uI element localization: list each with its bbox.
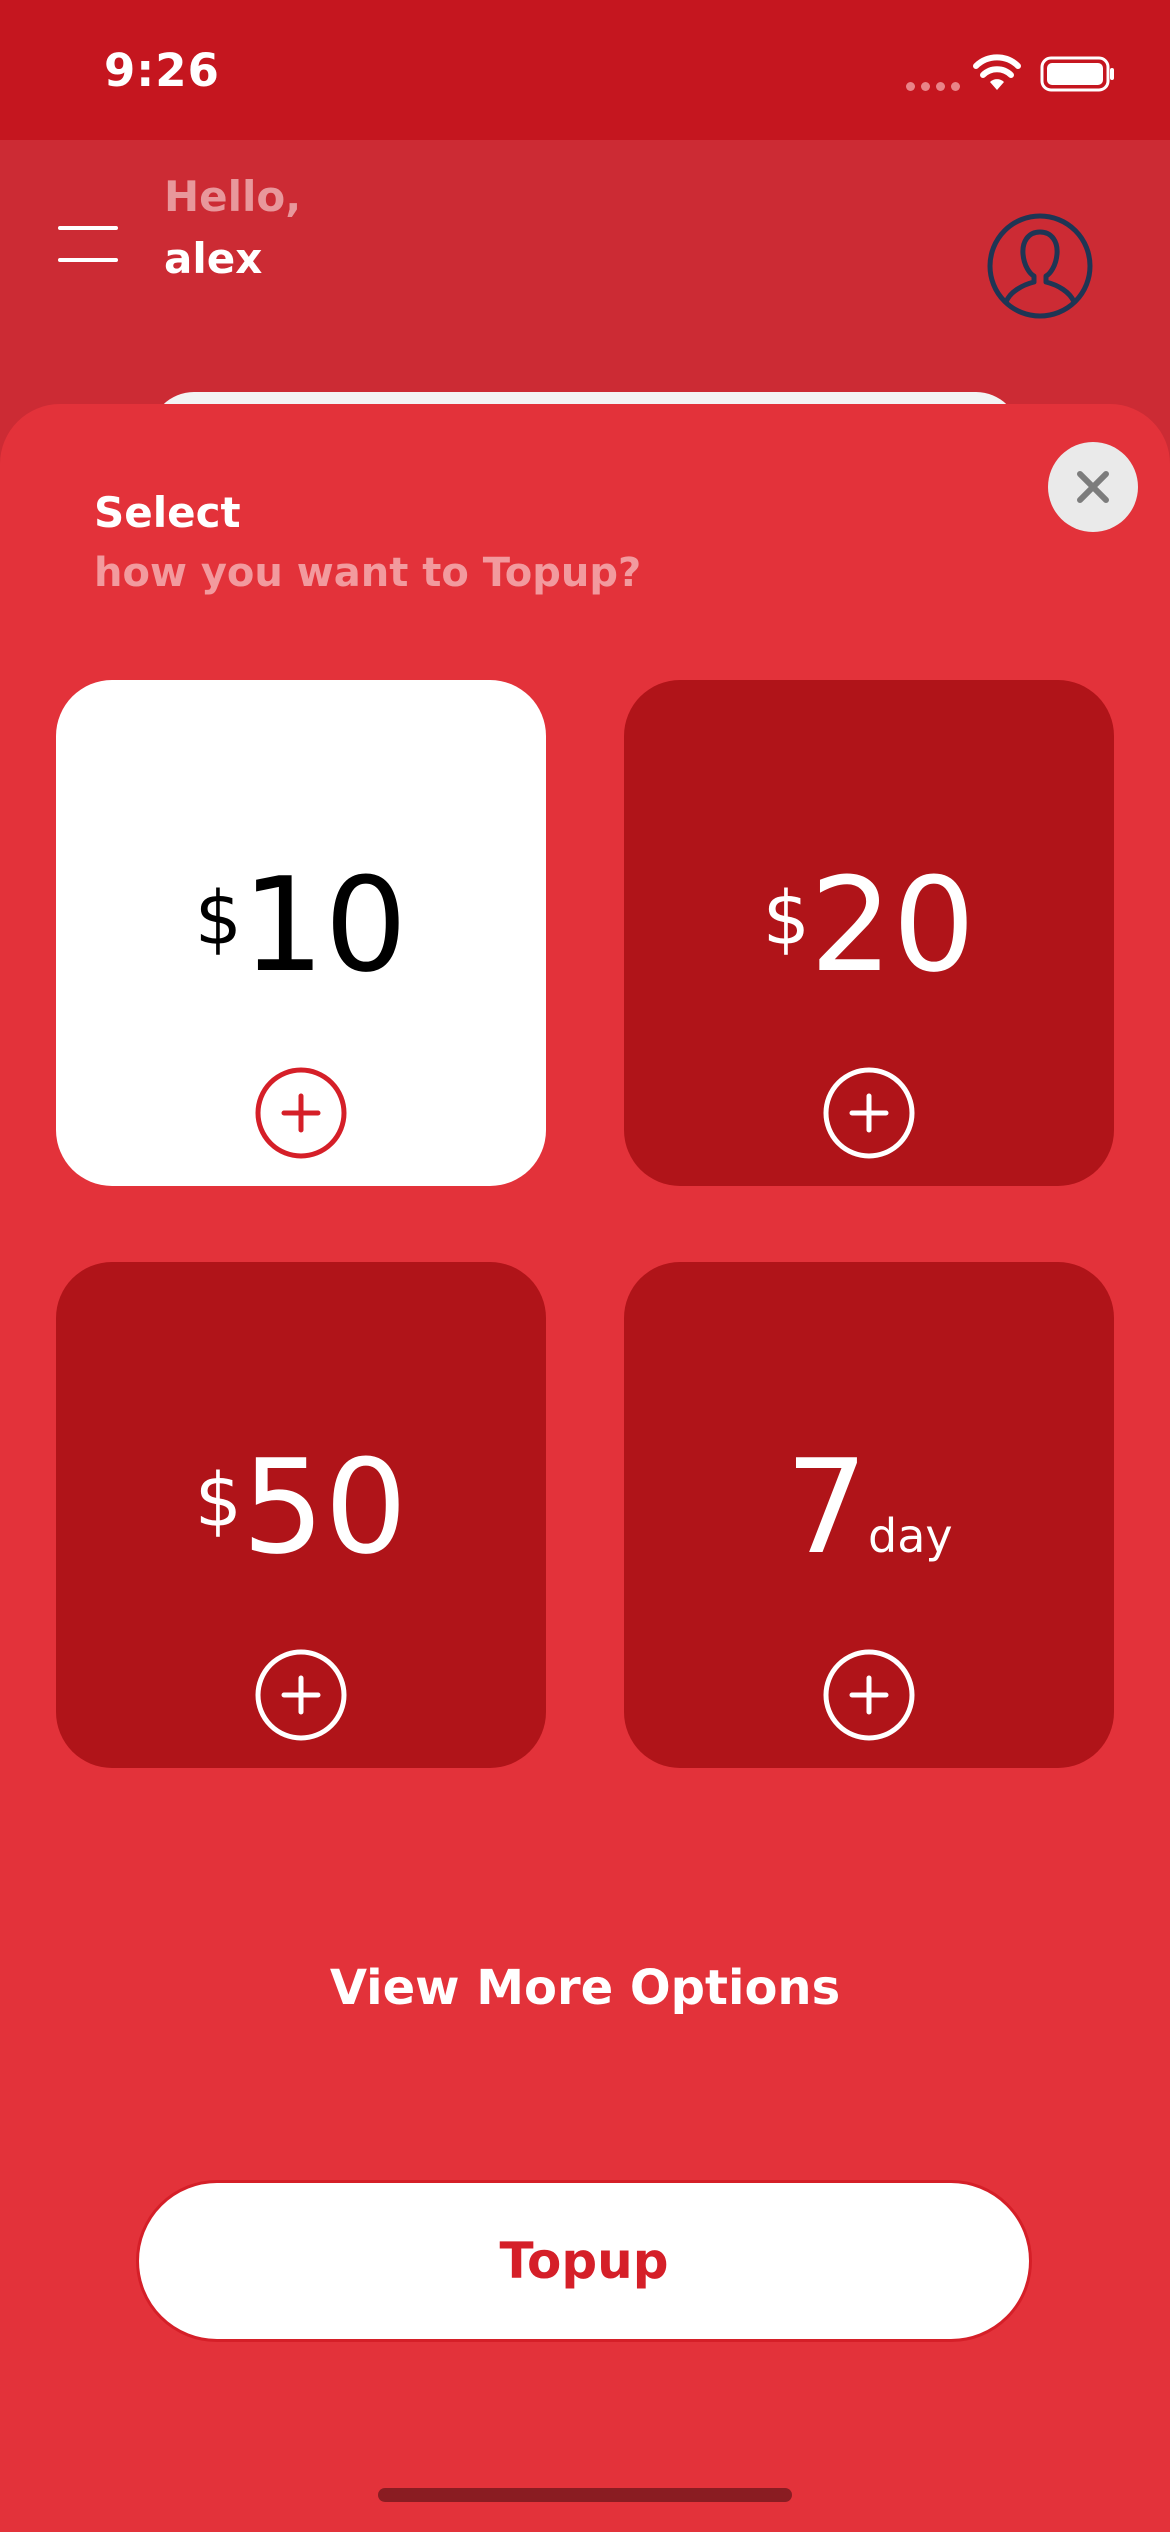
option-unit: day [868, 1509, 953, 1563]
topup-button-label: Topup [499, 2232, 669, 2290]
profile-icon[interactable] [986, 212, 1094, 320]
option-amount: 7day [624, 1432, 1114, 1611]
option-tile-20[interactable]: $20 [624, 680, 1114, 1186]
option-amount: $20 [624, 850, 1114, 1000]
status-bar: 9:26 [0, 0, 1170, 140]
signal-icon [906, 82, 960, 91]
currency-symbol: $ [194, 876, 242, 962]
option-value: 10 [241, 849, 408, 1001]
option-tile-10[interactable]: $10 [56, 680, 546, 1186]
close-icon [1077, 471, 1109, 503]
topup-button[interactable]: Topup [136, 2180, 1032, 2342]
option-amount: $10 [56, 850, 546, 1000]
currency-symbol: $ [194, 1458, 242, 1544]
option-value: 7 [785, 1431, 869, 1583]
option-amount: $50 [56, 1432, 546, 1582]
add-icon[interactable] [822, 1648, 916, 1742]
battery-icon [1040, 56, 1114, 92]
add-icon[interactable] [822, 1066, 916, 1160]
close-button[interactable] [1048, 442, 1138, 532]
add-icon[interactable] [254, 1648, 348, 1742]
status-time: 9:26 [104, 44, 220, 97]
home-indicator[interactable] [378, 2488, 792, 2502]
option-tile-50[interactable]: $50 [56, 1262, 546, 1768]
greeting-text: Hello, [164, 172, 302, 221]
sheet-title: Select [94, 488, 241, 537]
menu-icon[interactable] [58, 222, 118, 266]
wifi-icon [973, 54, 1021, 90]
add-icon[interactable] [254, 1066, 348, 1160]
view-more-options-link[interactable]: View More Options [0, 1960, 1170, 2016]
username-text: alex [164, 234, 263, 283]
option-tile-7day[interactable]: 7day [624, 1262, 1114, 1768]
option-value: 20 [809, 849, 976, 1001]
sheet-subtitle: how you want to Topup? [94, 550, 642, 596]
currency-symbol: $ [762, 876, 810, 962]
option-value: 50 [241, 1431, 408, 1583]
